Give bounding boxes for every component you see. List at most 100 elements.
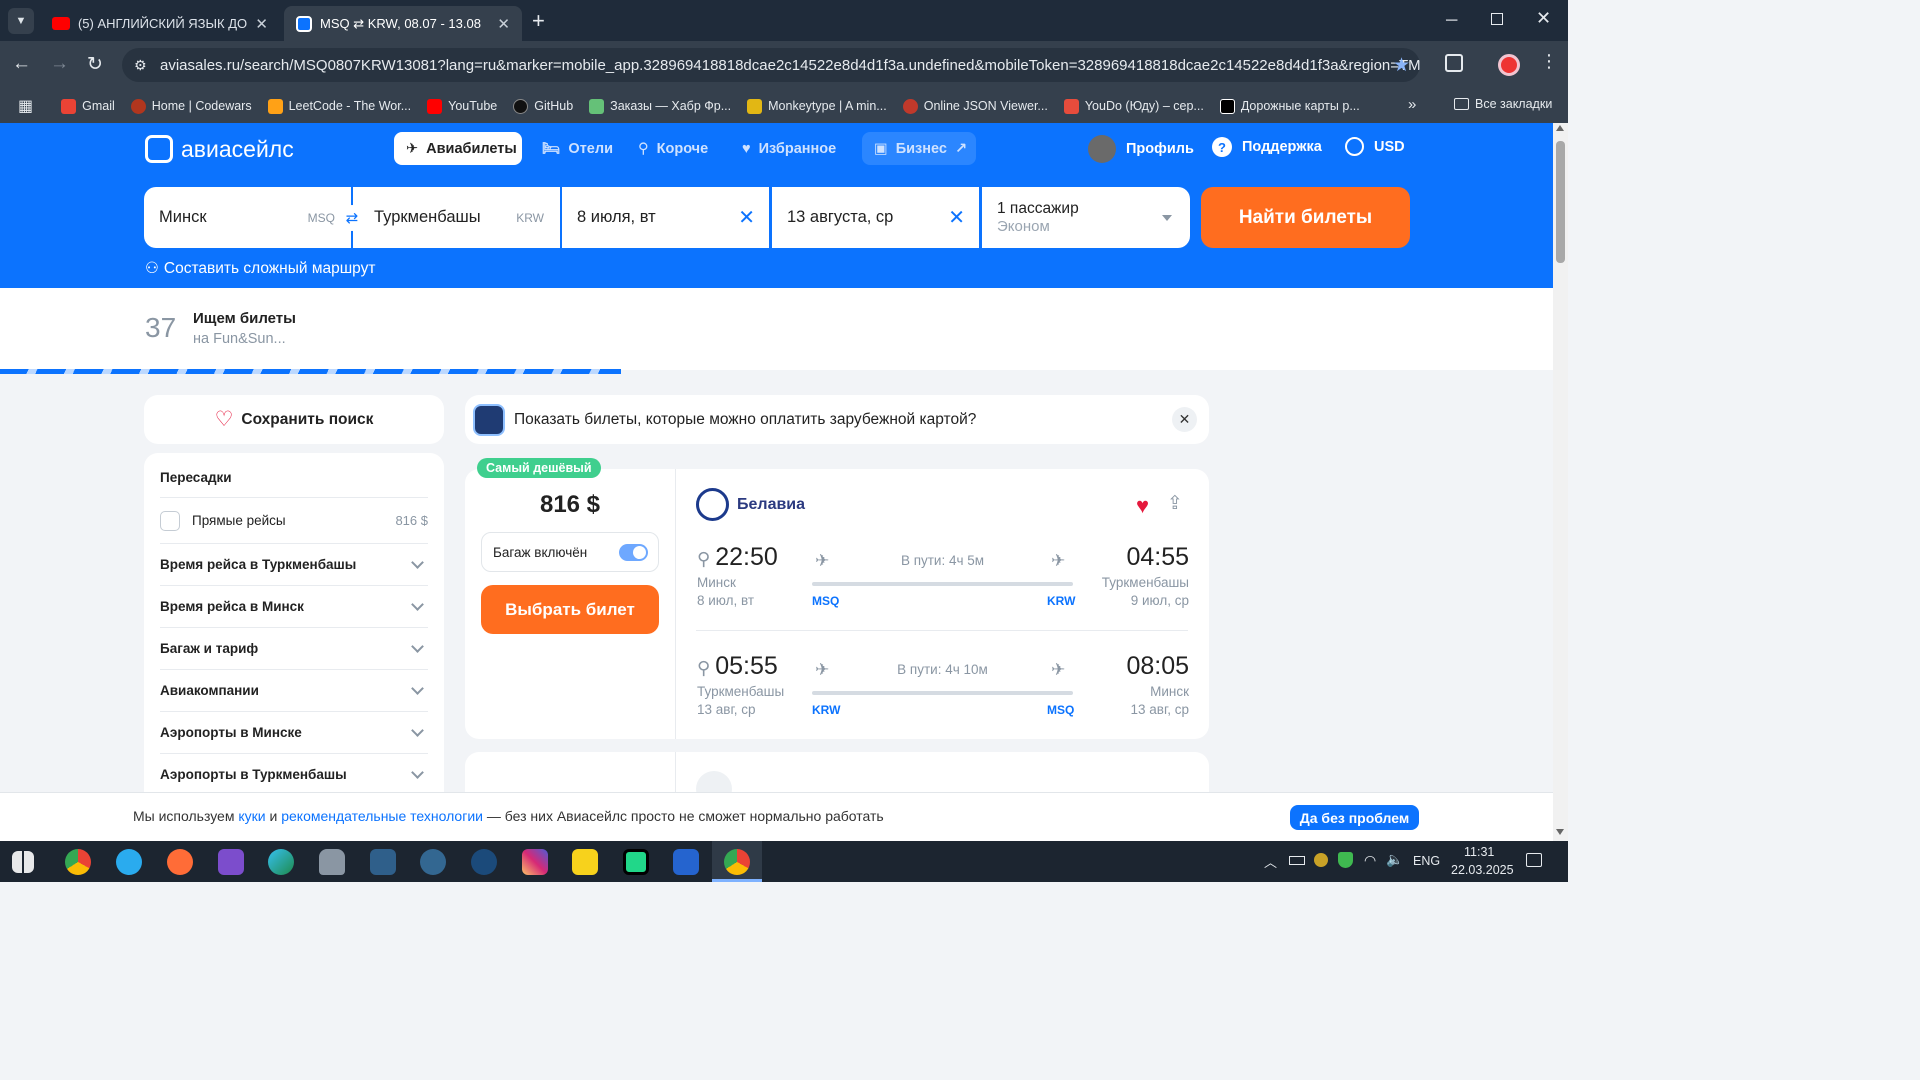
filter-airlines[interactable]: Авиакомпании <box>160 669 428 711</box>
nav-hotels[interactable]: 🛏 Отели <box>530 132 622 165</box>
direct-flights-filter[interactable]: Прямые рейсы 816 $ <box>160 497 428 543</box>
pycharm-icon[interactable] <box>623 849 649 875</box>
filter-airports-turkmenbashi[interactable]: Аэропорты в Туркменбашы <box>160 753 428 795</box>
passengers-field[interactable]: 1 пассажир Эконом <box>982 187 1190 248</box>
filter-airports-minsk[interactable]: Аэропорты в Минске <box>160 711 428 753</box>
apps-icon[interactable]: ▦ <box>0 96 53 116</box>
security-icon[interactable] <box>1314 853 1328 867</box>
telegram-icon[interactable] <box>116 849 142 875</box>
bookmark-json-viewer[interactable]: Online JSON Viewer... <box>895 98 1056 114</box>
logo[interactable]: авиасейлс <box>145 135 294 163</box>
currency-button[interactable]: USD <box>1345 137 1405 156</box>
todo-icon[interactable] <box>673 849 699 875</box>
departure-date-field[interactable]: 8 июля, вт ✕ <box>562 187 769 248</box>
scroll-down-icon[interactable] <box>1556 829 1564 835</box>
address-bar[interactable]: ⚙ aviasales.ru/search/MSQ0807KRW13081?la… <box>122 48 1420 82</box>
bookmark-monkeytype[interactable]: Monkeytype | A min... <box>739 98 895 114</box>
clock-date[interactable]: 22.03.2025 <box>1451 863 1514 877</box>
clear-icon[interactable]: ✕ <box>948 205 965 230</box>
pin-icon[interactable]: ⚲ <box>697 549 710 569</box>
steam-icon[interactable] <box>471 849 497 875</box>
close-icon[interactable]: ✕ <box>497 15 510 33</box>
clear-icon[interactable]: ✕ <box>738 205 755 230</box>
bookmark-youtube[interactable]: YouTube <box>419 98 505 114</box>
complex-route-link[interactable]: ⚇ Составить сложный маршрут <box>145 259 375 278</box>
shield-icon[interactable] <box>1338 852 1353 868</box>
sticky-notes-icon[interactable] <box>572 849 598 875</box>
more-bookmarks-icon[interactable]: » <box>1408 96 1416 113</box>
cookie-link[interactable]: куки <box>238 808 265 824</box>
chrome-icon[interactable] <box>65 849 91 875</box>
forward-icon[interactable]: → <box>50 53 69 75</box>
baggage-toggle[interactable]: Багаж включён <box>481 532 659 572</box>
select-ticket-button[interactable]: Выбрать билет <box>481 585 659 634</box>
destination-field[interactable]: Туркменбашы KRW <box>353 187 560 248</box>
checkbox[interactable] <box>160 510 180 531</box>
favorite-heart-icon[interactable]: ♥ <box>1136 493 1149 519</box>
support-button[interactable]: ? Поддержка <box>1212 137 1322 157</box>
filter-time-to-minsk[interactable]: Время рейса в Минск <box>160 585 428 627</box>
clock-time[interactable]: 11:31 <box>1464 845 1494 859</box>
reload-icon[interactable]: ↻ <box>87 53 103 76</box>
minimize-icon[interactable]: ─ <box>1446 12 1457 30</box>
database-icon[interactable] <box>319 849 345 875</box>
tab-aviasales[interactable]: MSQ ⇄ KRW, 08.07 - 13.08 ✕ <box>284 6 522 41</box>
return-date-field[interactable]: 13 августа, ср ✕ <box>772 187 979 248</box>
chrome-active-taskbar-item[interactable] <box>712 841 762 882</box>
visual-studio-icon[interactable] <box>218 849 244 875</box>
scroll-up-icon[interactable] <box>1556 125 1564 131</box>
menu-icon[interactable]: ⋮ <box>1540 51 1558 72</box>
swap-icon[interactable]: ⇄ <box>339 205 365 231</box>
nav-favorites[interactable]: ♥ Избранное <box>730 132 846 165</box>
profile-avatar[interactable] <box>1498 54 1520 76</box>
extensions-icon[interactable] <box>1445 54 1463 72</box>
share-icon[interactable]: ⇪ <box>1167 492 1183 515</box>
accept-cookies-button[interactable]: Да без проблем <box>1290 805 1419 830</box>
pin-icon[interactable]: ⚲ <box>697 658 710 678</box>
nav-flights[interactable]: ✈ Авиабилеты <box>394 132 522 165</box>
bookmark-codewars[interactable]: Home | Codewars <box>123 98 260 114</box>
origin-field[interactable]: Минск MSQ <box>144 187 351 248</box>
bookmark-github[interactable]: GitHub <box>505 98 581 114</box>
tab-search-button[interactable]: ▼ <box>8 8 34 34</box>
edge-icon[interactable] <box>268 849 294 875</box>
recommendations-link[interactable]: рекомендательные технологии <box>281 808 483 824</box>
back-icon[interactable]: ← <box>12 53 31 75</box>
bookmark-star-icon[interactable]: ★ <box>1393 54 1410 77</box>
close-icon[interactable]: ✕ <box>1172 407 1197 432</box>
restore-icon[interactable] <box>1491 13 1503 25</box>
ssms-icon[interactable] <box>370 849 396 875</box>
bookmark-leetcode[interactable]: LeetCode - The Wor... <box>260 98 420 114</box>
new-tab-button[interactable]: + <box>532 8 545 34</box>
find-tickets-button[interactable]: Найти билеты <box>1201 187 1410 248</box>
profile-button[interactable]: Профиль <box>1088 135 1194 163</box>
instagram-icon[interactable] <box>522 849 548 875</box>
bookmark-gmail[interactable]: Gmail <box>53 98 123 114</box>
page-scrollbar[interactable] <box>1553 123 1568 841</box>
wifi-icon[interactable]: ◠ <box>1364 852 1376 869</box>
postgres-icon[interactable] <box>420 849 446 875</box>
battery-icon[interactable] <box>1289 856 1305 865</box>
ticket-card[interactable]: Самый дешёвый 816 $ Багаж включён Выбрат… <box>465 458 1209 739</box>
bookmark-youdo[interactable]: YouDo (Юду) – сер... <box>1056 98 1212 114</box>
all-bookmarks[interactable]: Все закладки <box>1446 97 1560 111</box>
nav-business[interactable]: ▣ Бизнес ↗ <box>862 132 976 165</box>
bookmark-roadmaps[interactable]: Дорожные карты р... <box>1212 98 1368 114</box>
volume-icon[interactable]: 🔈 <box>1386 851 1403 868</box>
site-info-icon[interactable]: ⚙ <box>134 57 147 74</box>
windows-start-icon[interactable] <box>12 851 34 873</box>
bookmark-habr[interactable]: Заказы — Хабр Фр... <box>581 98 739 114</box>
postman-icon[interactable] <box>167 849 193 875</box>
filter-baggage[interactable]: Багаж и тариф <box>160 627 428 669</box>
filter-time-to-turkmenbashi[interactable]: Время рейса в Туркменбашы <box>160 543 428 585</box>
nav-short[interactable]: ⚲ Короче <box>626 132 722 165</box>
toggle-switch[interactable] <box>619 544 648 561</box>
notifications-icon[interactable] <box>1526 853 1542 867</box>
tray-chevron-icon[interactable]: ︿ <box>1264 852 1277 871</box>
tab-youtube[interactable]: (5) АНГЛИЙСКИЙ ЯЗЫК ДО АВ ✕ <box>40 6 280 41</box>
save-search-button[interactable]: ♡ Сохранить поиск <box>144 395 444 444</box>
language-indicator[interactable]: ENG <box>1413 854 1440 868</box>
scroll-thumb[interactable] <box>1556 141 1565 263</box>
close-icon[interactable]: ✕ <box>255 15 268 33</box>
close-window-icon[interactable]: ✕ <box>1536 8 1551 29</box>
